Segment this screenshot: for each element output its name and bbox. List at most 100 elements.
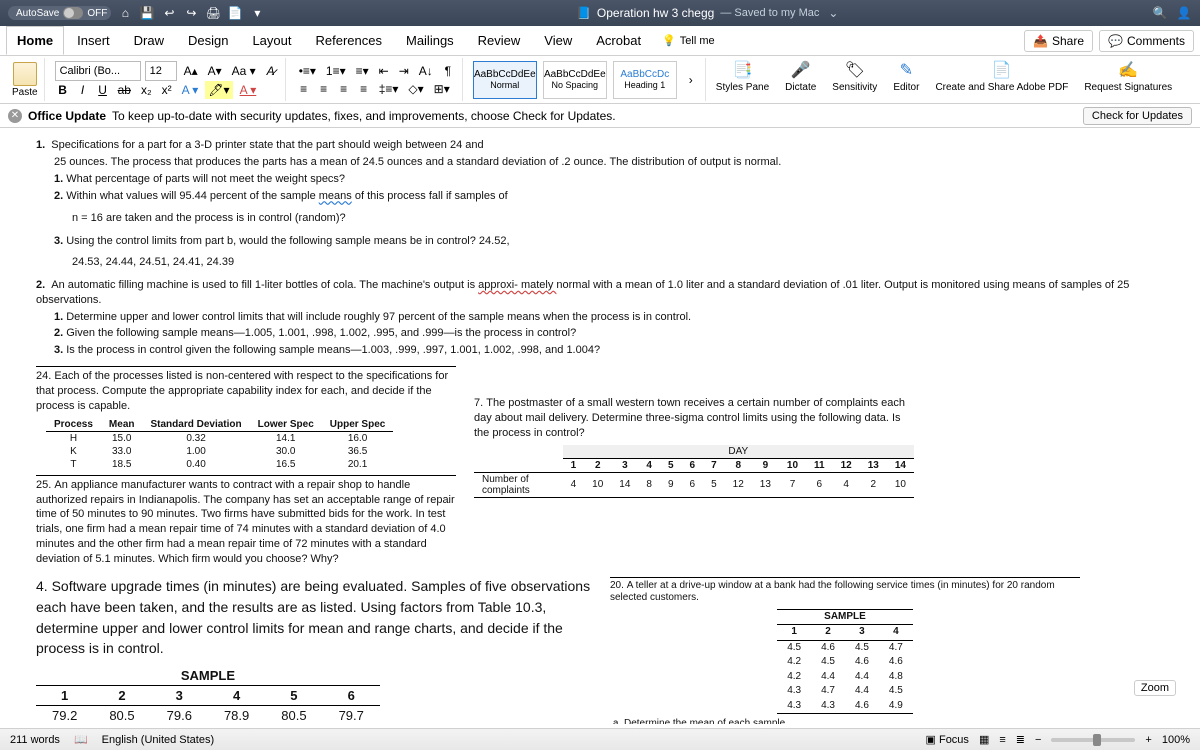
tab-draw[interactable]: Draw bbox=[123, 26, 175, 55]
borders-button[interactable]: ⊞▾ bbox=[431, 80, 453, 98]
focus-mode-button[interactable]: ▣ Focus bbox=[926, 733, 969, 746]
subscript-button[interactable]: x₂ bbox=[138, 81, 155, 99]
highlight-button[interactable]: 🖊▾ bbox=[205, 81, 232, 99]
dictate-button[interactable]: 🎤Dictate bbox=[779, 58, 822, 101]
zoom-level[interactable]: 100% bbox=[1162, 734, 1190, 746]
create-share-pdf-button[interactable]: 📄Create and Share Adobe PDF bbox=[929, 58, 1074, 101]
clear-format-button[interactable]: A̷ bbox=[263, 62, 279, 80]
paste-button[interactable]: Paste bbox=[12, 87, 38, 98]
text-effects-button[interactable]: A ▾ bbox=[179, 81, 202, 99]
style-heading-1[interactable]: AaBbCcDcHeading 1 bbox=[613, 61, 677, 99]
web-layout-view-icon[interactable]: ≡ bbox=[999, 734, 1005, 746]
style-normal[interactable]: AaBbCcDdEeNormal bbox=[473, 61, 537, 99]
italic-button[interactable]: I bbox=[75, 81, 91, 99]
autosave-switch-icon bbox=[63, 7, 83, 19]
zoom-in-button[interactable]: + bbox=[1145, 734, 1151, 746]
autosave-toggle[interactable]: AutoSave OFF bbox=[8, 6, 111, 20]
tell-me-input[interactable]: Tell me bbox=[680, 35, 715, 47]
font-size-input[interactable] bbox=[145, 61, 177, 81]
font-name-input[interactable] bbox=[55, 61, 141, 81]
underline-button[interactable]: U bbox=[95, 81, 111, 99]
show-marks-button[interactable]: ¶ bbox=[440, 62, 456, 80]
titlebar: AutoSave OFF ⌂ 💾 ↩ ↪ 🖨 📄 ▾ 📘 Operation h… bbox=[0, 0, 1200, 26]
pdf-icon: 📄 bbox=[991, 60, 1013, 80]
bulb-icon: 💡 bbox=[662, 34, 676, 47]
ribbon: Paste A▴ A▾ Aa ▾ A̷ B I U ab x₂ x² A ▾ 🖊… bbox=[0, 56, 1200, 104]
check-updates-button[interactable]: Check for Updates bbox=[1083, 107, 1192, 125]
editor-icon: ✎ bbox=[895, 60, 917, 80]
update-title: Office Update bbox=[28, 109, 106, 123]
share-button[interactable]: 📤 Share bbox=[1024, 30, 1093, 52]
multilevel-button[interactable]: ≡▾ bbox=[353, 62, 372, 80]
indent-button[interactable]: ⇥ bbox=[396, 62, 412, 80]
print-icon[interactable]: 🖨 bbox=[205, 5, 221, 21]
style-no-spacing[interactable]: AaBbCcDdEeNo Spacing bbox=[543, 61, 607, 99]
outline-view-icon[interactable]: ≣ bbox=[1016, 733, 1025, 746]
tab-design[interactable]: Design bbox=[177, 26, 239, 55]
align-left-button[interactable]: ≡ bbox=[296, 80, 312, 98]
home-icon[interactable]: ⌂ bbox=[117, 5, 133, 21]
tab-view[interactable]: View bbox=[533, 26, 583, 55]
outdent-button[interactable]: ⇤ bbox=[376, 62, 392, 80]
tab-home[interactable]: Home bbox=[6, 26, 64, 55]
justify-button[interactable]: ≡ bbox=[356, 80, 372, 98]
line-spacing-button[interactable]: ‡≡▾ bbox=[376, 80, 402, 98]
tab-mailings[interactable]: Mailings bbox=[395, 26, 465, 55]
spell-check-icon[interactable]: 📖 bbox=[74, 733, 88, 746]
user-avatar-icon[interactable]: 👤 bbox=[1176, 5, 1192, 21]
ribbon-tabs: Home Insert Draw Design Layout Reference… bbox=[0, 26, 1200, 56]
styles-gallery: AaBbCcDdEeNormal AaBbCcDdEeNo Spacing Aa… bbox=[473, 61, 699, 99]
tab-review[interactable]: Review bbox=[467, 26, 532, 55]
zoom-slider[interactable] bbox=[1051, 738, 1135, 742]
shading-button[interactable]: ◇▾ bbox=[405, 80, 426, 98]
comments-button[interactable]: 💬 Comments bbox=[1099, 30, 1194, 52]
font-color-button[interactable]: A ▾ bbox=[237, 81, 260, 99]
bullets-button[interactable]: •≡▾ bbox=[296, 62, 319, 80]
zoom-button[interactable]: Zoom bbox=[1134, 680, 1176, 696]
tab-references[interactable]: References bbox=[305, 26, 393, 55]
search-icon[interactable]: 🔍 bbox=[1152, 5, 1168, 21]
new-doc-icon[interactable]: 📄 bbox=[227, 5, 243, 21]
editor-button[interactable]: ✎Editor bbox=[887, 58, 925, 101]
decrease-font-button[interactable]: A▾ bbox=[205, 62, 225, 80]
print-layout-view-icon[interactable]: ▦ bbox=[979, 733, 989, 746]
tab-layout[interactable]: Layout bbox=[241, 26, 302, 55]
styles-pane-button[interactable]: 📑Styles Pane bbox=[710, 58, 775, 101]
word-count[interactable]: 211 words bbox=[10, 734, 60, 746]
save-icon[interactable]: 💾 bbox=[139, 5, 155, 21]
sort-button[interactable]: A↓ bbox=[416, 62, 436, 80]
comments-icon: 💬 bbox=[1108, 34, 1123, 48]
request-signatures-button[interactable]: ✍Request Signatures bbox=[1078, 58, 1178, 101]
zoom-out-button[interactable]: − bbox=[1035, 734, 1041, 746]
title-dropdown-icon[interactable]: ⌄ bbox=[825, 5, 841, 21]
superscript-button[interactable]: x² bbox=[159, 81, 175, 99]
paste-icon[interactable] bbox=[13, 62, 37, 86]
align-center-button[interactable]: ≡ bbox=[316, 80, 332, 98]
paste-group: Paste bbox=[6, 58, 45, 101]
bold-button[interactable]: B bbox=[55, 81, 71, 99]
share-icon: 📤 bbox=[1033, 34, 1048, 48]
undo-icon[interactable]: ↩ bbox=[161, 5, 177, 21]
increase-font-button[interactable]: A▴ bbox=[181, 62, 201, 80]
language-label[interactable]: English (United States) bbox=[102, 734, 215, 746]
styles-pane-icon: 📑 bbox=[731, 60, 753, 80]
sensitivity-icon: 🏷 bbox=[844, 60, 866, 80]
document-title[interactable]: Operation hw 3 chegg bbox=[597, 6, 714, 20]
close-icon[interactable]: ✕ bbox=[8, 109, 22, 123]
sensitivity-button[interactable]: 🏷Sensitivity bbox=[826, 58, 883, 101]
tab-acrobat[interactable]: Acrobat bbox=[585, 26, 652, 55]
qat-dropdown-icon[interactable]: ▾ bbox=[249, 5, 265, 21]
document-body[interactable]: 1. Specifications for a part for a 3-D p… bbox=[0, 128, 1200, 724]
signature-icon: ✍ bbox=[1117, 60, 1139, 80]
strikethrough-button[interactable]: ab bbox=[115, 81, 134, 99]
numbering-button[interactable]: 1≡▾ bbox=[323, 62, 349, 80]
align-right-button[interactable]: ≡ bbox=[336, 80, 352, 98]
styles-more-button[interactable]: › bbox=[683, 71, 699, 89]
tab-insert[interactable]: Insert bbox=[66, 26, 121, 55]
change-case-button[interactable]: Aa ▾ bbox=[229, 62, 259, 80]
redo-icon[interactable]: ↪ bbox=[183, 5, 199, 21]
app-icon: 📘 bbox=[576, 6, 591, 20]
mic-icon: 🎤 bbox=[790, 60, 812, 80]
update-message: To keep up-to-date with security updates… bbox=[112, 109, 616, 123]
status-bar: 211 words 📖 English (United States) ▣ Fo… bbox=[0, 728, 1200, 750]
